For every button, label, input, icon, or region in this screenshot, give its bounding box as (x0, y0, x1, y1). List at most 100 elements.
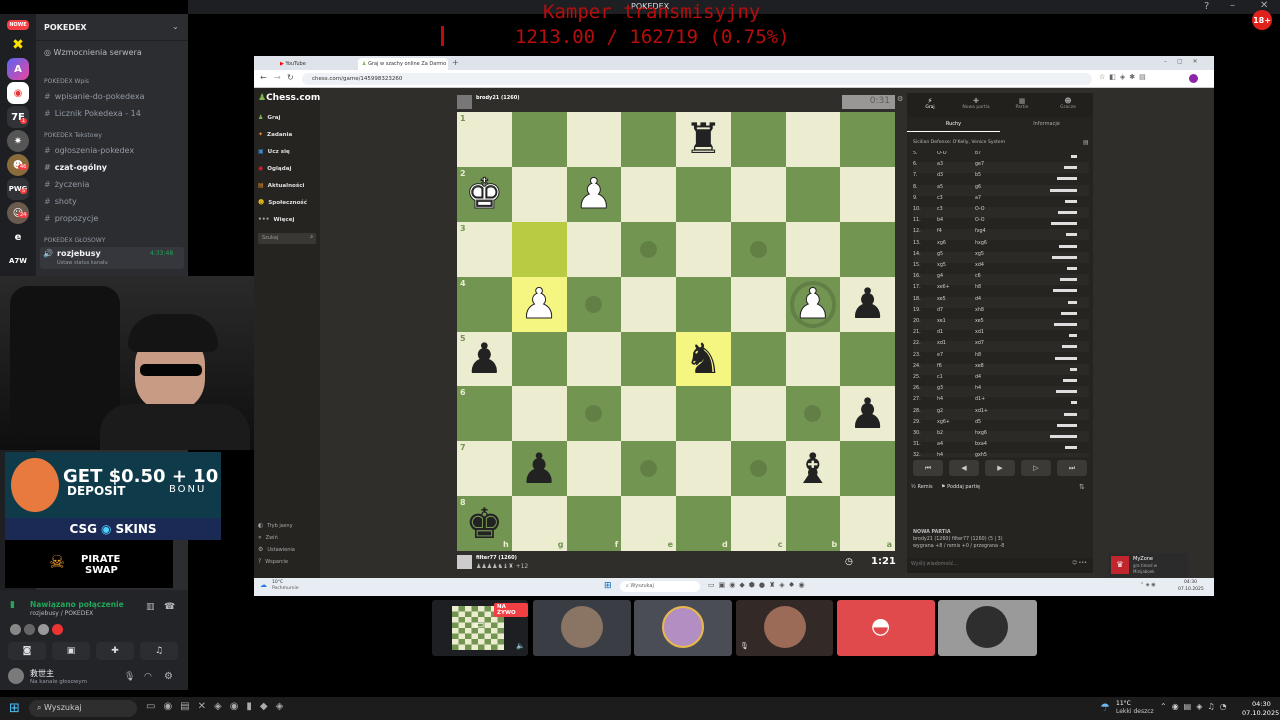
square-d6[interactable] (676, 386, 731, 442)
square-a6[interactable]: ♟ (840, 386, 895, 442)
square-b5[interactable] (785, 331, 841, 387)
mic-icon[interactable]: 🎙 (124, 672, 135, 682)
activity-button[interactable]: ✚ (96, 642, 134, 660)
white-move[interactable]: xe5 (937, 297, 946, 302)
emoji-icon[interactable]: ☺ ••• (1072, 561, 1087, 566)
black-move[interactable]: gxh5 (975, 453, 987, 457)
square-c1[interactable] (730, 112, 786, 167)
nav-settings[interactable]: ⚙ Ustawienia (258, 546, 295, 553)
black-move[interactable]: b5 (975, 173, 981, 178)
chevron-down-icon[interactable]: ⌄ (172, 22, 179, 31)
subtab-informacje[interactable]: Informacje (1000, 121, 1093, 131)
move-row[interactable]: 16. g4 c6 (913, 274, 1089, 286)
white-move[interactable]: xd1 (937, 341, 946, 346)
move-row[interactable]: 23. e7 h8 (913, 353, 1089, 364)
start-icon[interactable]: ⊞ (9, 701, 20, 716)
black-move[interactable]: h4 (975, 386, 981, 391)
square-h7[interactable]: 7 (457, 441, 512, 497)
flip-icon[interactable]: ⇅ (1079, 483, 1085, 491)
square-g3[interactable] (511, 221, 567, 277)
move-row[interactable]: 32. h4 gxh5 (913, 453, 1089, 457)
disconnect-icon[interactable]: ☎ (164, 602, 175, 612)
voice-user-3[interactable]: 🎙 (736, 600, 833, 656)
channel-ogloszenia[interactable]: # ogłoszenia-pokedex (44, 146, 134, 155)
square-g1[interactable] (511, 112, 567, 167)
soundboard-button[interactable]: ♫ (140, 642, 178, 660)
opponent-name[interactable]: brody21 (1260) (476, 95, 520, 101)
square-f7[interactable] (566, 441, 622, 497)
camera-button[interactable]: ◙ (8, 642, 46, 660)
black-move[interactable]: d4 (975, 375, 981, 380)
white-move[interactable]: h4 (937, 397, 943, 402)
black-move[interactable]: xe8 (975, 364, 984, 369)
square-b4[interactable]: ♟ (785, 276, 841, 332)
player-avatar[interactable] (457, 555, 472, 569)
taskbar-search[interactable]: ⌕ Wyszukaj (29, 700, 137, 717)
white-move[interactable]: xg5 (937, 263, 946, 268)
square-d4[interactable] (676, 276, 731, 332)
resign-button[interactable]: ⚑ Poddaj partię (941, 484, 980, 490)
square-d1[interactable]: ♜ (676, 112, 731, 167)
voice-status[interactable]: Ustaw status kanału (57, 260, 108, 266)
square-f1[interactable] (566, 112, 622, 167)
white-move[interactable]: d3 (937, 173, 943, 178)
inner-search[interactable]: ⌕ Wyszukaj (620, 581, 700, 592)
white-move[interactable]: c3 (937, 207, 943, 212)
black-move[interactable]: xd1+ (975, 409, 988, 414)
server-icon-a7w[interactable]: A7W (7, 250, 29, 272)
taskbar-apps[interactable]: ▭◉▤✕◈◉▮◆◈ (146, 701, 291, 712)
move-row[interactable]: 14. g5 xg5 (913, 251, 1089, 263)
square-e5[interactable] (621, 331, 676, 387)
white-move[interactable]: f6 (937, 364, 942, 369)
black-move[interactable]: hxg6 (975, 431, 987, 436)
square-e3[interactable] (621, 221, 676, 277)
player-name[interactable]: filter77 (1260) (476, 555, 517, 561)
black-move[interactable]: xd7 (975, 341, 984, 346)
square-h8[interactable]: 8 ♚ h (457, 496, 512, 551)
nav-support[interactable]: ? Wsparcie (258, 558, 288, 565)
black-move[interactable]: xd4 (975, 263, 984, 268)
channel-wpisanie[interactable]: # wpisanie-do-pokedexa (44, 92, 144, 101)
white-move[interactable]: a5 (937, 185, 943, 190)
tab-partie[interactable]: ▦ Partie (999, 97, 1045, 110)
black-move[interactable]: h8 (975, 353, 981, 358)
white-move[interactable]: f4 (937, 229, 942, 234)
window-controls[interactable]: –▢✕ (1164, 58, 1208, 65)
black-king-icon[interactable]: ♚ (466, 502, 504, 545)
white-move[interactable]: d1 (937, 330, 943, 335)
username[interactable]: 救世主 (30, 668, 54, 679)
black-knight-icon[interactable]: ♞ (685, 337, 723, 380)
move-row[interactable]: 9. c3 a7 (913, 196, 1089, 207)
square-g6[interactable] (511, 386, 567, 442)
next-move-button[interactable]: ▷ (1021, 460, 1051, 476)
reload-icon[interactable]: ↻ (287, 73, 294, 82)
headphones-icon[interactable]: ◠ (144, 672, 152, 682)
square-d8[interactable]: d (676, 496, 731, 551)
move-row[interactable]: 25. c1 d4 (913, 375, 1089, 386)
square-e8[interactable]: e (621, 496, 676, 551)
black-move[interactable]: bxa4 (975, 442, 987, 447)
channel-czat[interactable]: # czat-ogólny (44, 163, 107, 172)
chat-input[interactable]: Wyślij wiadomość... ☺ ••• (907, 558, 1093, 573)
black-pawn-icon[interactable]: ♟ (849, 392, 887, 435)
nav-aktualnosci[interactable]: ▤ Aktualności (258, 182, 304, 189)
server-icon-round[interactable]: ✷ (7, 130, 29, 152)
square-a5[interactable] (840, 331, 895, 387)
nav-spolecznosc[interactable]: ☻ Społeczność (258, 199, 307, 206)
black-bishop-icon[interactable]: ♝ (794, 447, 832, 490)
channel-propozycje[interactable]: # propozycje (44, 214, 98, 223)
extensions-icons[interactable]: ☆◧◈✱▤ (1099, 73, 1150, 81)
black-move[interactable]: g6 (975, 185, 981, 190)
draw-button[interactable]: ½ Remis (911, 484, 933, 490)
white-move[interactable]: d7 (937, 308, 943, 313)
move-hint-dot[interactable] (585, 405, 603, 423)
category-glosowy[interactable]: POKEDEX GŁOSOWY (44, 237, 105, 244)
volume-icon[interactable]: 🔈 (516, 642, 525, 650)
white-move[interactable]: g5 (937, 252, 943, 257)
black-move[interactable]: h8 (975, 285, 981, 290)
square-b6[interactable] (785, 386, 841, 442)
black-move[interactable]: ge7 (975, 162, 984, 167)
white-pawn-icon[interactable]: ♟ (520, 282, 559, 325)
stream-thumb-chess[interactable]: NA ŻYWO ▭ 🔈 (432, 600, 528, 656)
channel-licznik[interactable]: # Licznik Pokedexa - 14 (44, 109, 141, 118)
